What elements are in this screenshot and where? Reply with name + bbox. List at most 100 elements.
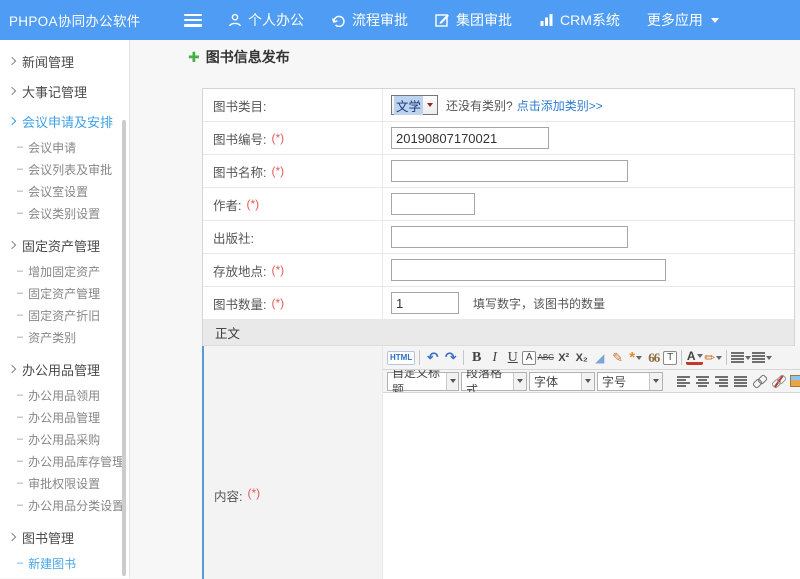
align-center-button-icon [696, 376, 709, 387]
sidebar-scrollbar[interactable] [122, 120, 126, 576]
paragraph-format-select[interactable]: 段落格式 [461, 372, 527, 391]
strikethrough-button[interactable]: ABC [537, 349, 554, 367]
sidebar-item-办公用品领用[interactable]: –办公用品领用 [0, 384, 129, 406]
sidebar-item-增加固定资产[interactable]: –增加固定资产 [0, 260, 129, 282]
topnav-item-label: 个人办公 [248, 10, 304, 30]
form-value-cell [383, 160, 794, 182]
color-wand-button[interactable]: * [627, 349, 644, 367]
book-number-input[interactable] [391, 127, 549, 149]
sidebar-group-label: 新闻管理 [22, 52, 74, 71]
unordered-list-button[interactable] [752, 349, 772, 367]
sidebar-group-大事记管理[interactable]: 大事记管理 [0, 76, 129, 106]
blockquote-button[interactable]: 66 [645, 349, 662, 367]
underline-button[interactable]: U [504, 349, 521, 367]
bold-button[interactable]: B [468, 349, 485, 367]
caret-down-icon [697, 354, 703, 358]
content-label-cell: 内容: (*) [204, 346, 383, 579]
quantity-hint: 填写数字，该图书的数量 [473, 295, 605, 312]
editor-content-area[interactable] [383, 393, 800, 579]
font-size-select[interactable]: 字号 [597, 372, 663, 391]
dash-icon: – [17, 477, 23, 489]
format-brush-button[interactable]: ✎ [609, 349, 626, 367]
topnav-item-group-approval[interactable]: 集团审批 [435, 10, 512, 30]
subscript-button[interactable]: X₂ [573, 349, 590, 367]
paste-text-button[interactable]: T [663, 351, 677, 365]
sidebar-item-label: 会议室设置 [28, 183, 88, 200]
sidebar-item-图书管理[interactable]: –图书管理 [0, 574, 129, 578]
sidebar-item-审批权限设置[interactable]: –审批权限设置 [0, 472, 129, 494]
topnav-item-label: CRM系统 [560, 10, 620, 30]
form-label: 出版社: [213, 228, 254, 247]
dash-icon: – [17, 557, 23, 569]
storage-location-input[interactable] [391, 259, 666, 281]
custom-title-select[interactable]: 自定义标题 [387, 372, 459, 391]
align-left-button[interactable] [675, 372, 692, 390]
unlink-button[interactable] [770, 372, 787, 390]
align-justify-button[interactable] [732, 372, 749, 390]
sidebar-item-会议列表及审批[interactable]: –会议列表及审批 [0, 158, 129, 180]
sidebar-group-label: 办公用品管理 [22, 360, 100, 379]
sidebar-item-会议申请[interactable]: –会议申请 [0, 136, 129, 158]
align-center-button[interactable] [694, 372, 711, 390]
required-mark: (*) [246, 197, 259, 211]
sidebar-item-办公用品库存管理[interactable]: –办公用品库存管理 [0, 450, 129, 472]
form-row-author: 作者:(*) [203, 188, 794, 221]
link-button[interactable] [751, 372, 768, 390]
sidebar-group-固定资产管理[interactable]: 固定资产管理 [0, 230, 129, 260]
rich-text-editor: HTML↶↷BIUAABCX²X₂◢✎*66TA✏ 自定义标题段落格式字体字号 [383, 346, 800, 579]
book-name-input[interactable] [391, 160, 628, 182]
align-left-button-icon [677, 376, 690, 387]
insert-image-button[interactable] [789, 372, 800, 390]
caret-down-icon [711, 18, 719, 23]
sidebar-item-资产类别[interactable]: –资产类别 [0, 326, 129, 348]
sidebar-group-会议申请及安排[interactable]: 会议申请及安排 [0, 106, 129, 136]
top-navigation: 个人办公 流程审批 集团审批 CRM系统 更多应用 [228, 10, 719, 30]
html-source-button[interactable]: HTML [387, 351, 415, 365]
dash-icon: – [17, 287, 23, 299]
font-style-box-button[interactable]: A [522, 351, 536, 365]
author-input[interactable] [391, 193, 475, 215]
topnav-item-workflow-approval[interactable]: 流程审批 [331, 10, 408, 30]
category-select[interactable]: 文学 [391, 95, 438, 115]
italic-button[interactable]: I [486, 349, 503, 367]
sidebar-item-label: 会议类别设置 [28, 205, 100, 222]
sidebar-item-办公用品分类设置[interactable]: –办公用品分类设置 [0, 494, 129, 516]
superscript-button[interactable]: X² [555, 349, 572, 367]
sidebar-item-办公用品管理[interactable]: –办公用品管理 [0, 406, 129, 428]
sidebar-group-新闻管理[interactable]: 新闻管理 [0, 46, 129, 76]
sidebar-item-label: 增加固定资产 [28, 263, 100, 280]
highlight-button[interactable]: ✏ [704, 349, 722, 367]
sidebar-group-办公用品管理[interactable]: 办公用品管理 [0, 354, 129, 384]
align-right-button[interactable] [713, 372, 730, 390]
font-family-select[interactable]: 字体 [529, 372, 595, 391]
sidebar-item-固定资产管理[interactable]: –固定资产管理 [0, 282, 129, 304]
page-title: ✚ 图书信息发布 [188, 47, 290, 67]
font-size-select-value: 字号 [602, 373, 626, 390]
publisher-input[interactable] [391, 226, 628, 248]
sidebar-item-办公用品采购[interactable]: –办公用品采购 [0, 428, 129, 450]
hamburger-menu-icon[interactable] [184, 14, 202, 27]
sidebar-item-label: 办公用品管理 [28, 409, 100, 426]
sidebar: 新闻管理大事记管理会议申请及安排–会议申请–会议列表及审批–会议室设置–会议类别… [0, 40, 130, 578]
form-label: 图书编号: [213, 129, 266, 148]
topnav-item-personal-office[interactable]: 个人办公 [228, 10, 304, 30]
book-quantity-input[interactable] [391, 292, 459, 314]
sidebar-group-label: 大事记管理 [22, 82, 87, 101]
required-mark: (*) [271, 263, 284, 277]
sidebar-item-会议室设置[interactable]: –会议室设置 [0, 180, 129, 202]
ordered-list-button[interactable] [731, 349, 751, 367]
caret-down-icon [766, 356, 772, 360]
form-label-cell: 图书数量:(*) [203, 287, 383, 319]
eraser-button[interactable]: ◢ [591, 349, 608, 367]
add-category-link[interactable]: 点击添加类别>> [517, 97, 603, 114]
topnav-item-crm-system[interactable]: CRM系统 [539, 10, 620, 30]
font-color-button[interactable]: A [686, 350, 703, 365]
sidebar-item-会议类别设置[interactable]: –会议类别设置 [0, 202, 129, 224]
undo-button[interactable]: ↶ [424, 349, 441, 367]
sidebar-item-固定资产折旧[interactable]: –固定资产折旧 [0, 304, 129, 326]
sidebar-group-图书管理[interactable]: 图书管理 [0, 522, 129, 552]
sidebar-item-新建图书[interactable]: –新建图书 [0, 552, 129, 574]
topnav-item-more-apps[interactable]: 更多应用 [647, 10, 719, 30]
redo-button[interactable]: ↷ [442, 349, 459, 367]
sidebar-group-label: 会议申请及安排 [22, 112, 113, 131]
